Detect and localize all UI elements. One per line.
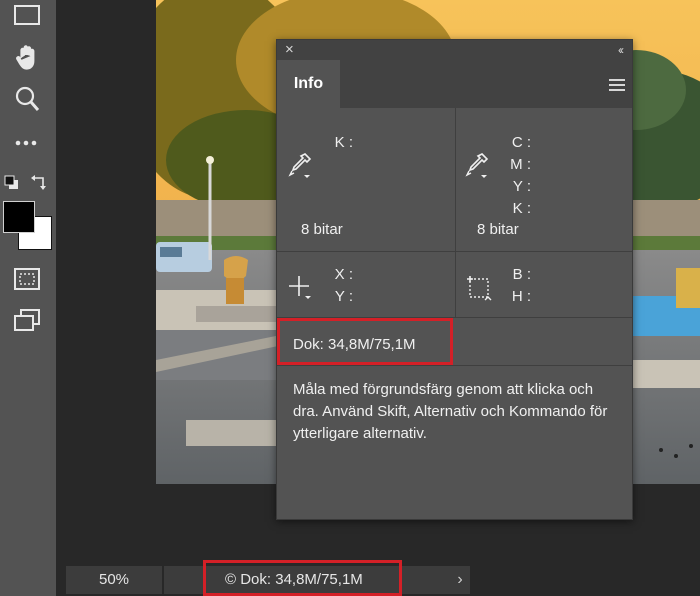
- y-label: Y :: [334, 288, 353, 305]
- x-label: X :: [334, 266, 353, 283]
- panel-menu-icon[interactable]: [609, 78, 625, 91]
- hand-tool-icon[interactable]: [12, 42, 42, 72]
- chevron-right-icon[interactable]: ›: [452, 566, 468, 594]
- eyedropper-icon[interactable]: [465, 151, 491, 179]
- tool-description: Måla med förgrundsfärg genom att klicka …: [293, 381, 608, 442]
- zoom-level-field[interactable]: 50%: [66, 566, 162, 594]
- foreground-color-swatch[interactable]: [3, 201, 35, 233]
- close-icon[interactable]: ×: [285, 41, 294, 59]
- c-label: C :: [511, 134, 531, 151]
- k-label: K :: [334, 134, 353, 151]
- tools-panel: [0, 0, 56, 596]
- doc-size-readout: Dok: 34,8M/75,1M: [293, 336, 416, 353]
- k-label: K :: [512, 200, 531, 217]
- panel-divider: [277, 365, 632, 366]
- crosshair-icon[interactable]: [287, 274, 315, 302]
- height-label: H :: [511, 288, 531, 305]
- panel-divider: [277, 251, 632, 252]
- panel-divider: [277, 317, 632, 318]
- default-colors-icon[interactable]: [3, 174, 21, 192]
- doc-info-text: © Dok: 34,8M/75,1M: [225, 571, 363, 588]
- screen-mode-icon[interactable]: [12, 306, 42, 336]
- y-label: Y :: [512, 178, 531, 195]
- collapse-icon[interactable]: ‹‹: [618, 41, 624, 59]
- bit-depth-label: 8 bitar: [477, 221, 519, 238]
- width-label: B :: [512, 266, 531, 283]
- info-panel: × ‹‹ Info K : 8 bitar C : M : Y : K : 8 …: [276, 39, 633, 520]
- m-label: M :: [510, 156, 531, 173]
- more-tools-icon[interactable]: [12, 128, 42, 158]
- quick-mask-icon[interactable]: [12, 264, 42, 294]
- eyedropper-icon[interactable]: [288, 151, 314, 179]
- selection-size-icon[interactable]: [465, 274, 493, 302]
- swap-colors-icon[interactable]: [30, 174, 50, 192]
- bit-depth-label: 8 bitar: [301, 221, 343, 238]
- panel-divider: [455, 108, 456, 318]
- zoom-tool-icon[interactable]: [12, 84, 42, 114]
- tab-info[interactable]: Info: [277, 60, 340, 108]
- rectangle-marquee-tool-icon[interactable]: [12, 2, 42, 32]
- panel-header: [277, 40, 632, 60]
